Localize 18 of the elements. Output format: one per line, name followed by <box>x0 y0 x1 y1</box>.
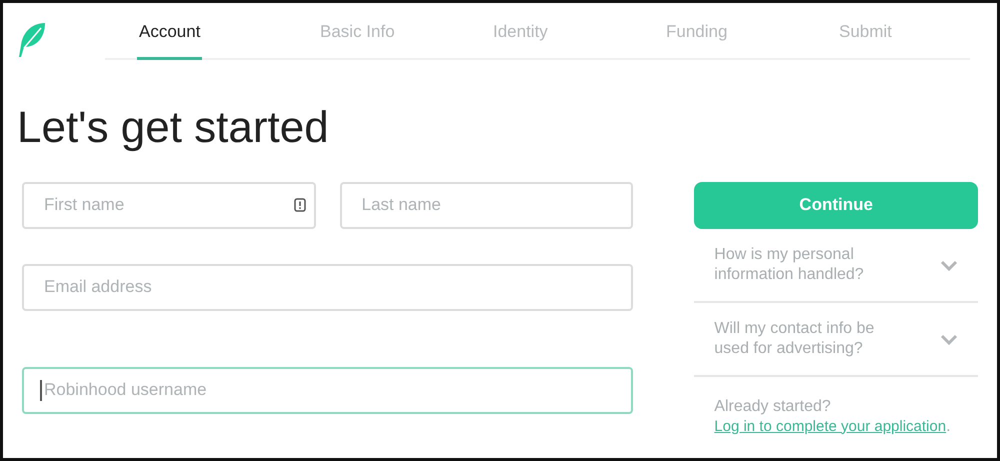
page-heading: Let's get started <box>17 106 330 150</box>
text-cursor <box>40 380 42 400</box>
input-field[interactable]: First name <box>22 182 316 228</box>
chevron-icon[interactable] <box>940 258 958 270</box>
chevron-icon[interactable] <box>940 332 958 344</box>
step-tab[interactable]: Account <box>137 19 202 60</box>
step-tab[interactable]: Funding <box>664 19 730 60</box>
login-note: Already started? Log in to complete your application. <box>713 396 952 436</box>
step-tab[interactable]: Submit <box>837 19 894 60</box>
faq-question[interactable]: Will my contact info be used for advertising? <box>714 318 904 358</box>
faq-question[interactable]: How is my personal information handled? <box>714 244 904 284</box>
step-tab[interactable]: Basic Info <box>318 19 397 60</box>
continue-button[interactable]: Continue <box>694 182 978 228</box>
step-tab[interactable]: Identity <box>491 19 550 60</box>
input-field[interactable]: Robinhood username <box>22 366 634 414</box>
input-field[interactable]: Email address <box>22 264 634 310</box>
login-link[interactable]: Log in to complete your application <box>714 418 946 434</box>
input-field[interactable]: Last name <box>340 182 634 228</box>
